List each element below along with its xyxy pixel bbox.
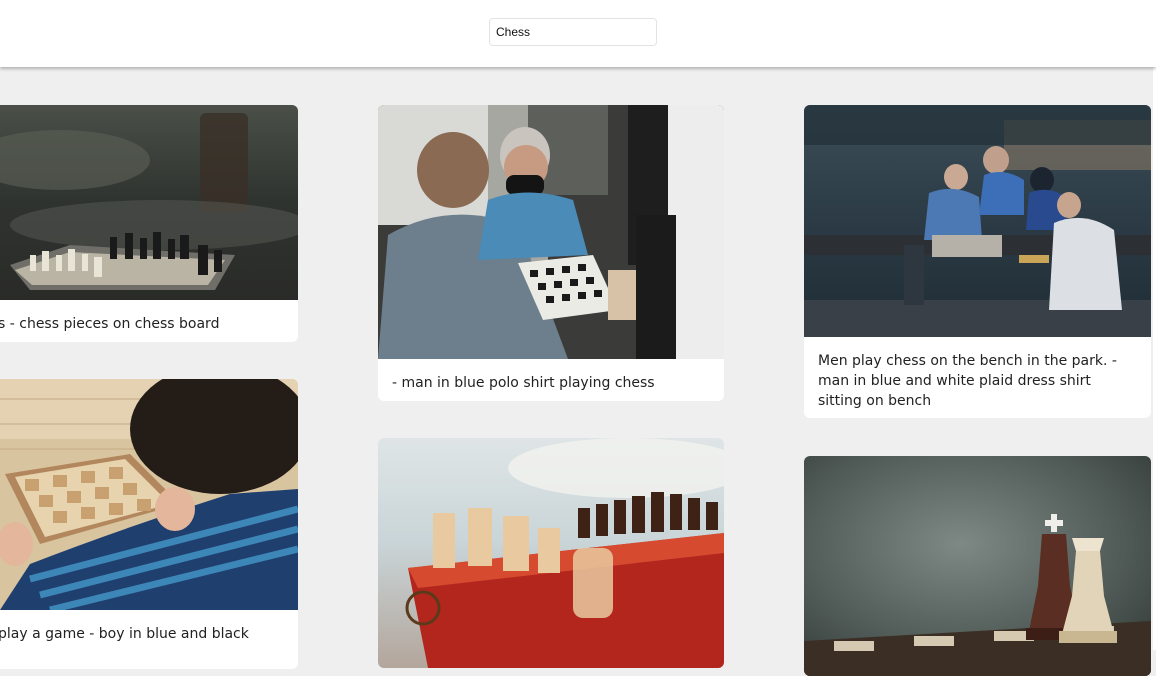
image-caption: Men play chess on the bench in the park.… xyxy=(818,353,1117,409)
chess-pieces-on-board-photo[interactable] xyxy=(0,105,298,300)
image-card[interactable]: s - chess pieces on chess board xyxy=(0,105,298,342)
image-card[interactable]: - man in blue polo shirt playing chess xyxy=(378,105,724,401)
chess-pieces-closeup-photo[interactable] xyxy=(378,438,724,668)
men-chess-park-bench-photo[interactable] xyxy=(804,105,1151,337)
king-and-queen-pieces-photo[interactable] xyxy=(804,456,1151,676)
boy-with-chessboard-photo[interactable] xyxy=(0,379,298,610)
image-card[interactable] xyxy=(804,456,1151,676)
search-input[interactable] xyxy=(489,18,657,46)
top-bar xyxy=(0,0,1156,67)
image-caption: - man in blue polo shirt playing chess xyxy=(392,375,655,391)
image-card[interactable]: Men play chess on the bench in the park.… xyxy=(804,105,1151,418)
image-caption: s - chess pieces on chess board xyxy=(0,316,220,332)
men-playing-chess-street-photo[interactable] xyxy=(378,105,724,359)
image-card[interactable] xyxy=(378,438,724,668)
image-card[interactable]: play a game - boy in blue and black xyxy=(0,379,298,669)
image-caption: play a game - boy in blue and black xyxy=(0,626,249,642)
